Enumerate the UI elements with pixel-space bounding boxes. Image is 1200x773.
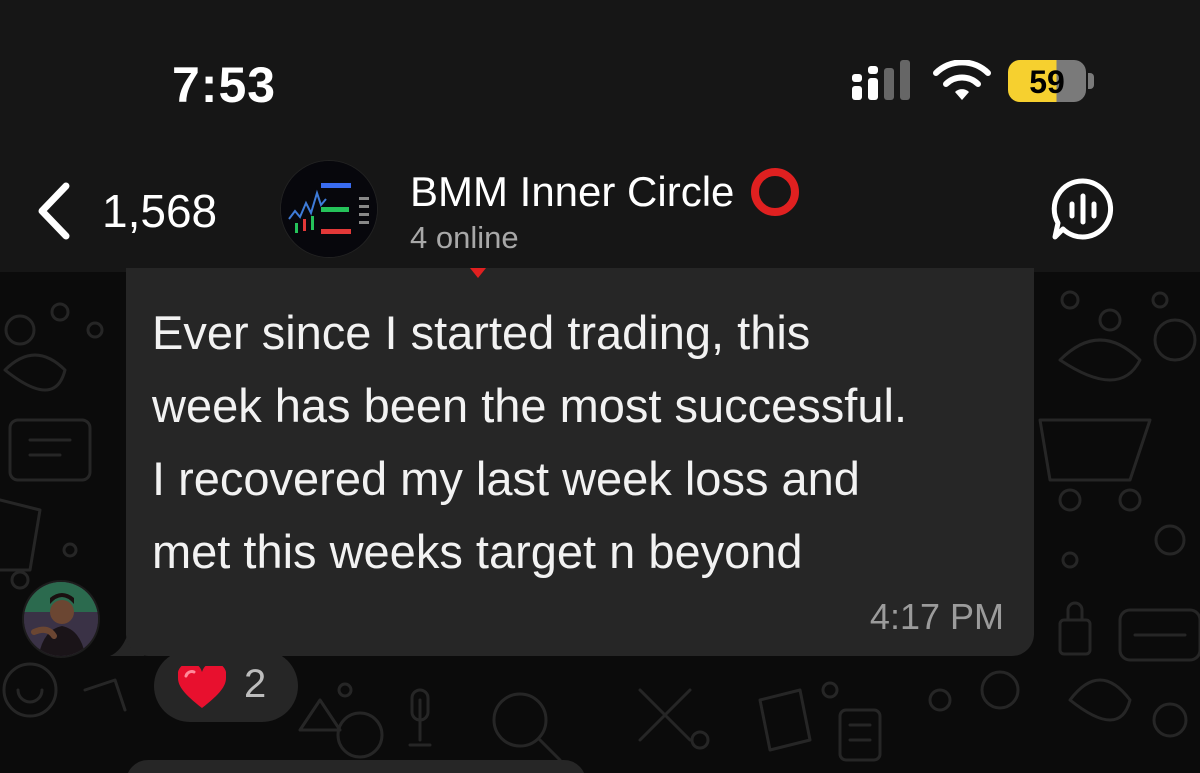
group-avatar[interactable] <box>280 160 378 258</box>
reply-marker-icon <box>470 268 486 278</box>
trading-chart-avatar-image <box>281 161 377 257</box>
wifi-icon <box>933 60 991 100</box>
chat-title[interactable]: BMM Inner Circle <box>410 166 801 218</box>
cellular-signal-icon <box>852 60 910 100</box>
next-message-bubble[interactable] <box>126 760 586 773</box>
red-hollow-circle-icon <box>750 168 799 216</box>
red-heart-icon <box>178 666 226 708</box>
message-text: Ever since I started trading, this week … <box>152 296 1012 588</box>
battery-percent: 59 <box>1029 64 1065 100</box>
battery-indicator: 59 <box>1008 60 1096 102</box>
reaction-count: 2 <box>244 662 267 706</box>
back-unread-count[interactable]: 1,568 <box>102 184 217 238</box>
status-time: 7:53 <box>172 57 277 113</box>
back-chevron-icon[interactable] <box>30 176 90 246</box>
message-line: week has been the most successful. <box>152 379 908 432</box>
message-bubble[interactable]: Ever since I started trading, this week … <box>126 268 1034 656</box>
online-status: 4 online <box>410 220 519 255</box>
message-line: I recovered my last week loss and <box>152 452 860 505</box>
reaction-chip[interactable]: 2 <box>154 650 298 722</box>
sender-avatar[interactable] <box>22 580 100 658</box>
voice-chat-icon[interactable] <box>1050 176 1116 242</box>
message-line: Ever since I started trading, this <box>152 306 811 359</box>
message-line: met this weeks target n beyond <box>152 525 803 578</box>
message-time: 4:17 PM <box>869 596 1004 637</box>
group-name: BMM Inner Circle <box>410 168 735 215</box>
